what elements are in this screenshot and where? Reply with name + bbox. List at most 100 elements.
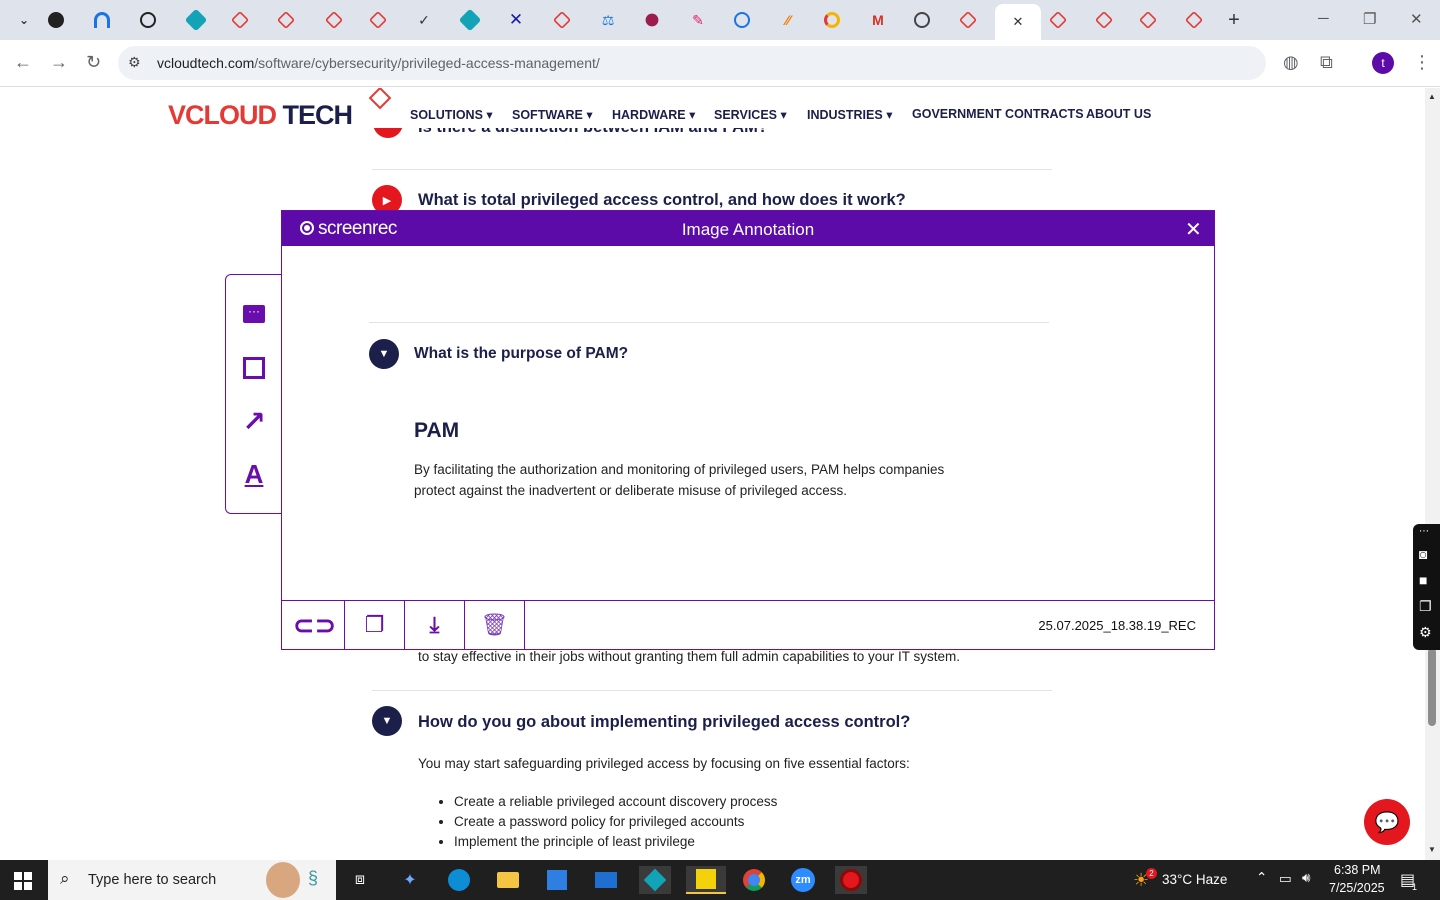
profile-avatar[interactable]: t (1372, 52, 1394, 74)
browser-tab[interactable] (946, 6, 990, 34)
chrome-button[interactable] (738, 866, 770, 894)
scrollbar-thumb[interactable] (1428, 648, 1436, 726)
nav-services[interactable]: SERVICES ▾ (714, 107, 787, 122)
taskbar-search-box[interactable]: ⌕ Type here to search § (48, 860, 336, 900)
browser-tab[interactable] (356, 6, 400, 34)
screenrec-taskbar-button[interactable] (835, 866, 867, 894)
browser-tab[interactable]: ⁄⁄ (766, 6, 810, 34)
browser-tab[interactable]: ⚖ (586, 6, 630, 34)
scroll-up-arrow-icon[interactable]: ▲ (1428, 92, 1436, 101)
video-icon[interactable]: ■ (1419, 572, 1427, 588)
nav-software[interactable]: SOFTWARE ▾ (512, 107, 593, 122)
browser-tab[interactable] (34, 6, 78, 34)
clock-date[interactable]: 7/25/2025 (1329, 881, 1385, 895)
tab-favicon-icon (230, 10, 250, 30)
faq-question-total-control[interactable]: What is total privileged access control,… (418, 191, 906, 210)
browser-tab[interactable]: ✓ (402, 6, 446, 34)
delete-button[interactable]: 🗑 (465, 601, 525, 649)
nav-industries[interactable]: INDUSTRIES ▾ (807, 107, 892, 122)
browser-tab[interactable] (540, 6, 584, 34)
edge-icon (448, 869, 470, 891)
store-button[interactable] (541, 866, 573, 894)
browser-tab[interactable] (448, 6, 492, 34)
close-icon[interactable]: ✕ (1185, 217, 1202, 242)
settings-gear-icon[interactable]: ⚙ (1419, 624, 1432, 641)
browser-tab[interactable] (720, 6, 764, 34)
windows-taskbar: ⌕ Type here to search § ⧈ ✦ zm ☀ 2 33°C … (0, 860, 1440, 900)
forward-arrow-icon[interactable]: → (50, 52, 68, 73)
tab-close-icon[interactable]: ✕ (1013, 14, 1024, 30)
browser-tab[interactable] (264, 6, 308, 34)
browser-tab[interactable] (126, 6, 170, 34)
nav-label: SOLUTIONS (410, 108, 483, 122)
copy-link-button[interactable]: ⊂⊃ (285, 601, 345, 649)
arrow-tool[interactable]: ↗ (241, 406, 267, 437)
tab-favicon-icon (1184, 10, 1204, 30)
back-arrow-icon[interactable]: ← (14, 52, 32, 73)
reload-icon[interactable]: ↻ (86, 52, 101, 73)
restore-button[interactable]: ❐ (1363, 10, 1376, 28)
volume-icon[interactable]: 🔊︎ (1302, 870, 1311, 886)
task-view-button[interactable]: ⧈ (344, 866, 376, 894)
copilot-button[interactable]: ✦ (394, 866, 426, 894)
extensions-puzzle-icon[interactable]: ⧉ (1320, 52, 1333, 73)
zoom-button[interactable]: zm (787, 866, 819, 894)
translate-globe-icon[interactable]: ◍ (1283, 52, 1299, 73)
new-tab-button[interactable]: + (1212, 6, 1256, 34)
faq-collapse-icon[interactable]: ▼ (372, 706, 402, 736)
browser-tab[interactable] (218, 6, 262, 34)
chat-button[interactable]: 💬 (1364, 799, 1410, 845)
site-info-icon[interactable]: ⚙ (128, 54, 141, 71)
nav-about-us[interactable]: ABOUT US (1086, 107, 1151, 121)
browser-tab[interactable] (1036, 6, 1080, 34)
browser-tab[interactable] (900, 6, 944, 34)
url-input[interactable]: vcloudtech.com/software/cybersecurity/pr… (157, 55, 600, 71)
tab-favicon-icon (276, 10, 296, 30)
nav-hardware[interactable]: HARDWARE ▾ (612, 107, 695, 122)
gallery-icon[interactable]: ❐ (1419, 598, 1432, 615)
nav-solutions[interactable]: SOLUTIONS ▾ (410, 107, 493, 122)
download-button[interactable]: ⤓ (405, 601, 465, 649)
edge-button[interactable] (443, 866, 475, 894)
copy-image-button[interactable]: ❐ (345, 601, 405, 649)
pin-icon[interactable]: ⋯ (1419, 526, 1429, 537)
search-placeholder: Type here to search (88, 872, 217, 888)
faq-item-partial[interactable]: ▸ Is there a distinction between IAM and… (372, 128, 1032, 150)
screenshot-canvas[interactable]: ▼ What is the purpose of PAM? PAM By fac… (282, 246, 1214, 600)
menu-kebab-icon[interactable]: ⋮ (1413, 52, 1431, 73)
window-close-button[interactable]: ✕ (1410, 10, 1423, 28)
rectangle-tool[interactable] (241, 355, 267, 381)
browser-tab[interactable] (1126, 6, 1170, 34)
mail-button[interactable] (590, 866, 622, 894)
clock-time[interactable]: 6:38 PM (1334, 863, 1381, 877)
network-icon[interactable]: ▭ (1279, 871, 1292, 887)
nav-government-contracts[interactable]: GOVERNMENT CONTRACTS (912, 107, 1084, 121)
app-button[interactable] (639, 866, 671, 894)
text-tool[interactable]: A (241, 459, 267, 489)
browser-tab[interactable] (312, 6, 356, 34)
logo-cloud: CLOUD (185, 100, 277, 130)
browser-tab[interactable]: ✎ (676, 6, 720, 34)
tray-chevron-up-icon[interactable]: ⌃ (1256, 870, 1267, 886)
weather-text[interactable]: 33°C Haze (1162, 872, 1227, 887)
sticky-notes-button[interactable] (686, 866, 726, 894)
browser-tab[interactable] (1172, 6, 1216, 34)
minimize-button[interactable]: ─ (1318, 10, 1329, 27)
scroll-down-arrow-icon[interactable]: ▼ (1428, 845, 1436, 854)
browser-tab[interactable] (174, 6, 218, 34)
browser-tab[interactable] (1082, 6, 1126, 34)
browser-tab[interactable]: ✕ (494, 6, 538, 34)
caret-down-icon: ▾ (586, 108, 593, 122)
browser-tab-active[interactable]: ✕ (995, 4, 1041, 40)
file-explorer-button[interactable] (492, 866, 524, 894)
camera-icon[interactable]: ◙ (1419, 546, 1427, 562)
browser-tab[interactable] (630, 6, 674, 34)
comment-tool[interactable]: ··· (241, 301, 267, 327)
faq-question-implementing[interactable]: How do you go about implementing privile… (418, 713, 910, 732)
page-scrollbar[interactable] (1425, 88, 1440, 860)
start-button[interactable] (14, 872, 32, 890)
site-logo[interactable]: VCLOUD TECH (168, 100, 353, 131)
browser-tab[interactable] (80, 6, 124, 34)
browser-tab[interactable]: M (856, 6, 900, 34)
browser-tab[interactable] (810, 6, 854, 34)
